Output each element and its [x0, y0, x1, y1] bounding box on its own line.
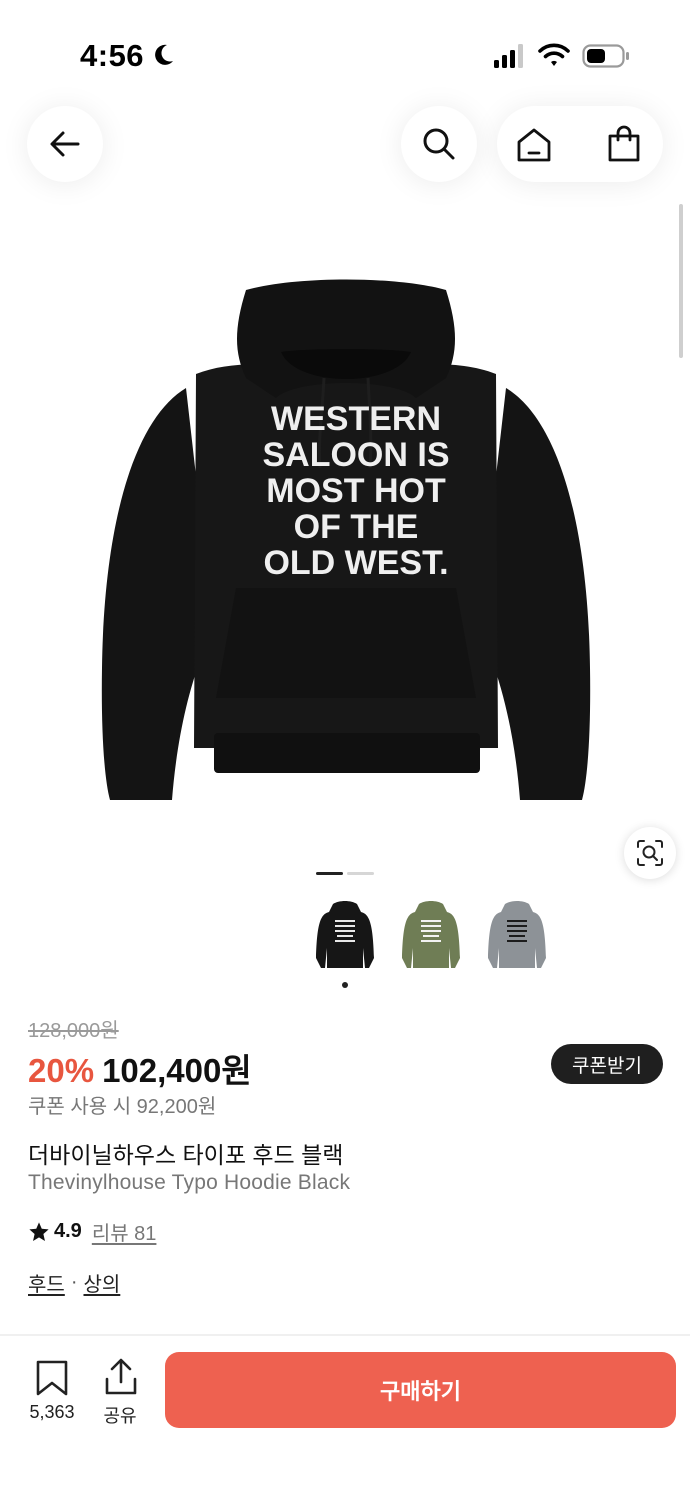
arrow-left-icon	[50, 131, 80, 157]
status-bar: 4:56	[0, 0, 690, 110]
category-link-hoodie[interactable]: 후드	[28, 1268, 65, 1297]
print-line-2: SALOON IS	[262, 436, 449, 474]
review-link[interactable]: 리뷰 81	[92, 1217, 157, 1246]
bottom-bar-divider	[0, 1334, 690, 1336]
share-icon	[105, 1358, 137, 1395]
category-link-top[interactable]: 상의	[83, 1268, 120, 1297]
moon-icon	[155, 44, 173, 65]
pager-indicator	[347, 872, 374, 875]
bookmark-count: 5,363	[29, 1402, 75, 1422]
visual-search-icon	[637, 840, 663, 866]
scroll-indicator[interactable]	[679, 204, 683, 358]
status-time: 4:56	[80, 38, 145, 73]
product-name-en: Thevinylhouse Typo Hoodie Black	[28, 1171, 351, 1194]
discount-rate: 20%	[28, 1052, 95, 1089]
color-swatch-khaki[interactable]	[397, 898, 465, 974]
bookmark-button[interactable]: 5,363	[18, 1358, 86, 1428]
color-swatch-gray[interactable]	[483, 898, 551, 974]
share-label: 공유	[103, 1406, 137, 1426]
selected-swatch-indicator	[342, 982, 348, 988]
print-line-3: MOST HOT	[266, 472, 446, 510]
rating-value: 4.9	[54, 1220, 82, 1242]
back-button[interactable]	[27, 106, 103, 182]
cellular-signal-icon	[494, 44, 523, 68]
category-breadcrumb: 후드 · 상의	[28, 1268, 120, 1297]
wifi-icon	[538, 43, 570, 66]
pager-indicator-active	[316, 872, 343, 875]
battery-icon	[582, 44, 629, 68]
home-icon[interactable]	[514, 125, 554, 165]
shopping-bag-icon[interactable]	[604, 124, 644, 164]
print-line-4: OF THE	[294, 508, 419, 546]
search-icon	[423, 128, 455, 160]
print-line-5: OLD WEST.	[263, 544, 448, 582]
bookmark-icon	[36, 1360, 68, 1396]
coupon-price: 쿠폰 사용 시 92,200원	[28, 1096, 217, 1118]
price-row: 20% 102,400원	[28, 1044, 252, 1092]
share-button[interactable]: 공유	[92, 1358, 148, 1428]
print-line-1: WESTERN	[271, 400, 441, 438]
product-image[interactable]: WESTERN SALOON IS MOST HOT OF THE OLD WE…	[96, 278, 596, 808]
rating-row: 4.9 리뷰 81	[28, 1217, 156, 1246]
color-swatch-black[interactable]	[311, 898, 379, 974]
original-price: 128,000원	[28, 1020, 119, 1042]
star-icon	[29, 1221, 49, 1241]
get-coupon-button[interactable]: 쿠폰받기	[551, 1044, 663, 1084]
search-button[interactable]	[401, 106, 477, 182]
visual-search-button[interactable]	[624, 827, 676, 879]
sale-price: 102,400원	[102, 1052, 252, 1089]
category-separator: ·	[70, 1271, 78, 1293]
buy-button[interactable]: 구매하기	[165, 1352, 676, 1428]
product-name: 더바이닐하우스 타이포 후드 블랙	[28, 1142, 344, 1168]
